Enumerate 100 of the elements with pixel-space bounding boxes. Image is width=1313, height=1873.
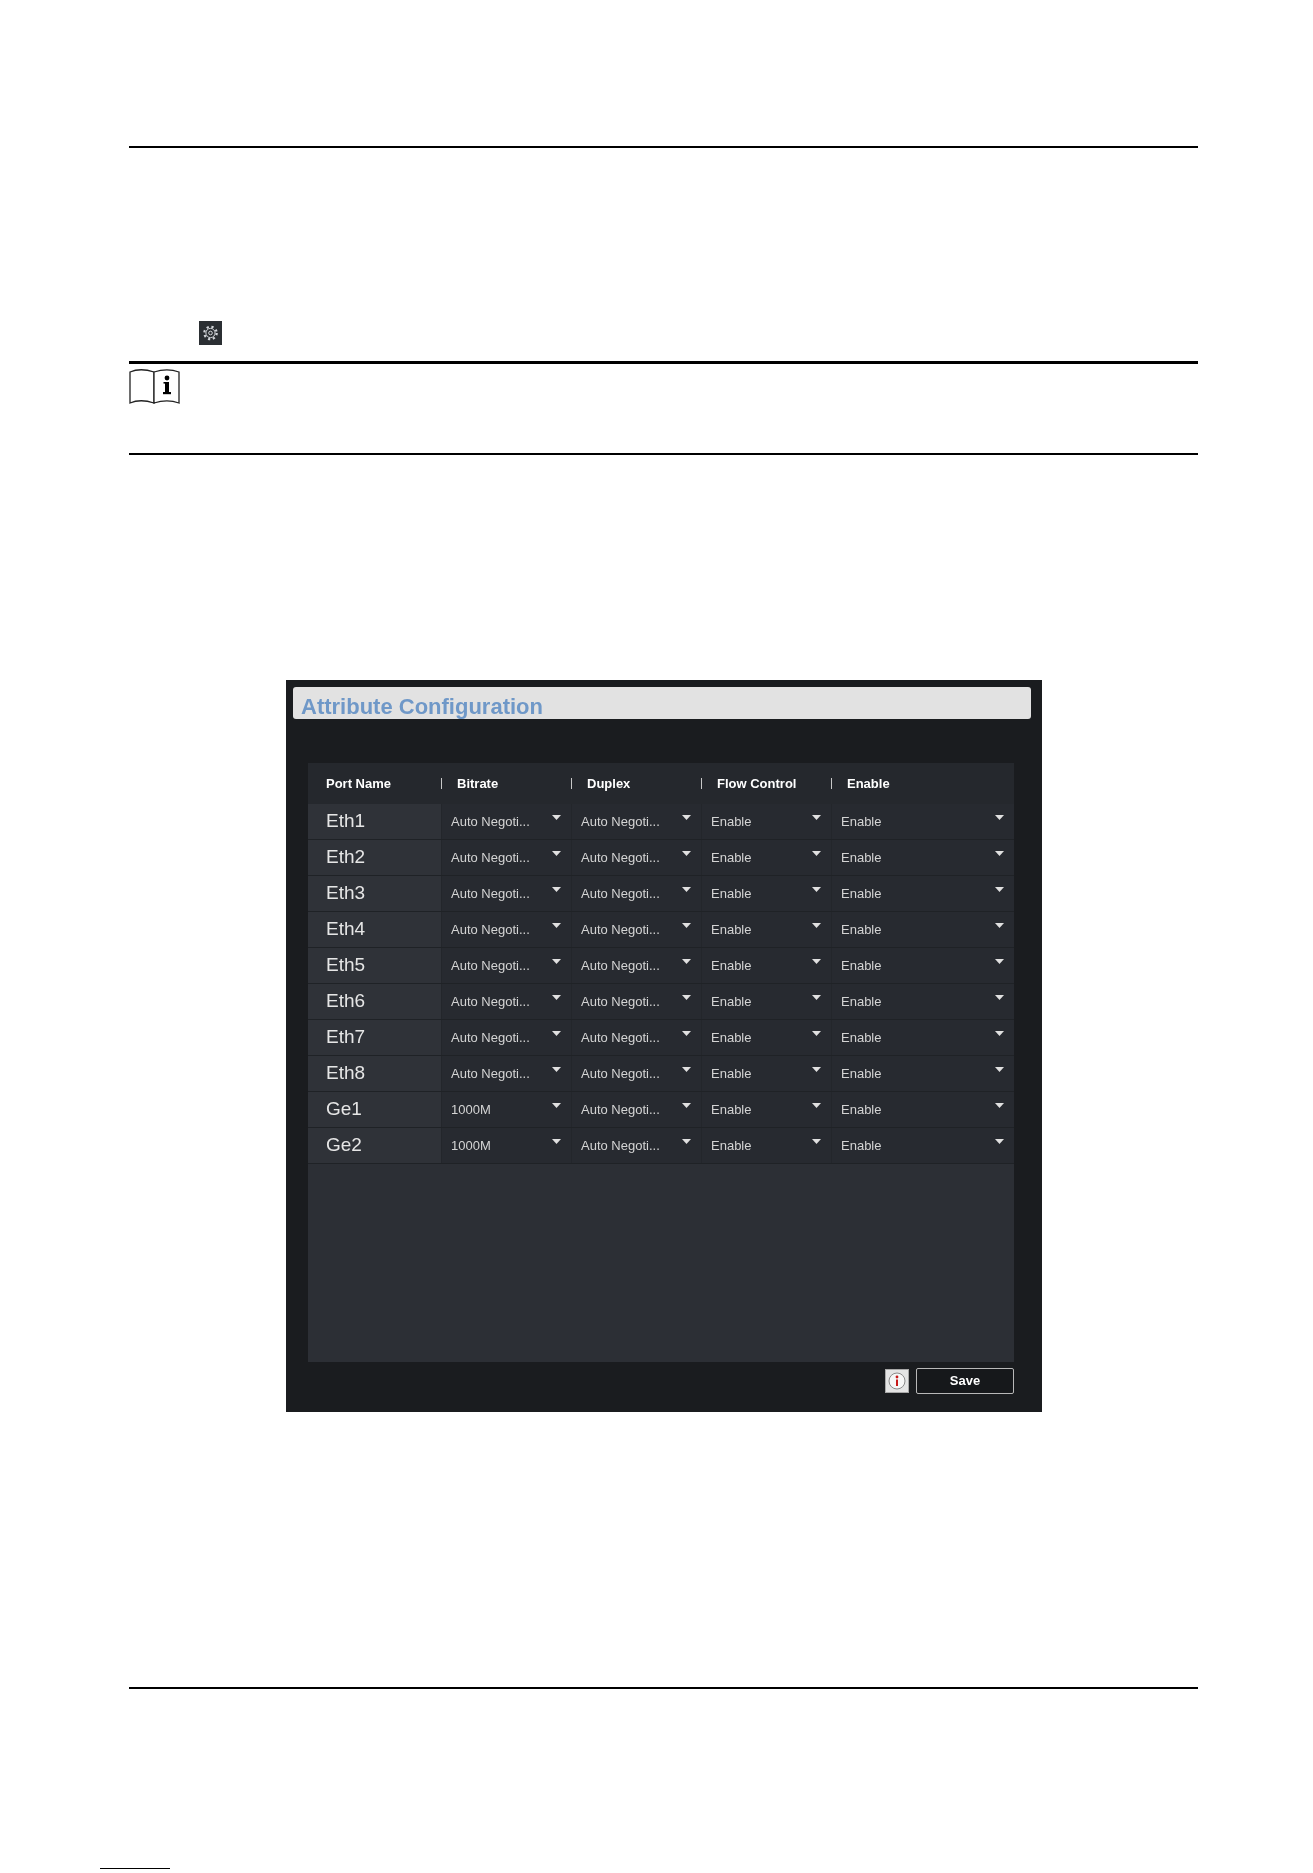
caret-icon	[682, 1103, 691, 1108]
table-cell: Eth4	[308, 912, 441, 947]
column-header: Duplex	[587, 774, 631, 793]
dropdown[interactable]: Enable	[701, 948, 831, 983]
caret-icon	[812, 1067, 821, 1072]
caret-icon	[682, 1139, 691, 1144]
caret-icon	[552, 1031, 561, 1036]
dropdown[interactable]: Enable	[701, 1092, 831, 1127]
dropdown[interactable]: Auto Negoti...	[441, 840, 571, 875]
dropdown[interactable]: Auto Negoti...	[571, 1020, 701, 1055]
caret-icon	[552, 1103, 561, 1108]
table-cell: Eth3	[308, 876, 441, 911]
dropdown[interactable]: Auto Negoti...	[571, 912, 701, 947]
dropdown[interactable]: Enable	[701, 1020, 831, 1055]
caret-icon	[995, 851, 1004, 856]
caret-icon	[995, 1031, 1004, 1036]
dropdown[interactable]: Enable	[701, 1128, 831, 1163]
caret-icon	[812, 959, 821, 964]
caret-icon	[995, 887, 1004, 892]
dropdown[interactable]: Auto Negoti...	[571, 1128, 701, 1163]
dropdown[interactable]: Auto Negoti...	[441, 1056, 571, 1091]
caret-icon	[552, 851, 561, 856]
caret-icon	[812, 1031, 821, 1036]
save-button[interactable]: Save	[916, 1368, 1014, 1394]
caret-icon	[682, 923, 691, 928]
dropdown[interactable]: Auto Negoti...	[571, 1092, 701, 1127]
dropdown[interactable]: Enable	[701, 1056, 831, 1091]
table-cell: Eth7	[308, 1020, 441, 1055]
caret-icon	[812, 887, 821, 892]
caret-icon	[995, 995, 1004, 1000]
table-cell: Ge2	[308, 1128, 441, 1163]
dropdown[interactable]: Auto Negoti...	[441, 804, 571, 839]
caret-icon	[812, 923, 821, 928]
dropdown[interactable]: Auto Negoti...	[441, 948, 571, 983]
dropdown[interactable]: Enable	[831, 840, 1014, 875]
dropdown[interactable]: Enable	[831, 1128, 1014, 1163]
caret-icon	[812, 1103, 821, 1108]
column-header: Enable	[847, 774, 890, 793]
dropdown[interactable]: Auto Negoti...	[571, 1056, 701, 1091]
info-book-icon	[129, 368, 180, 405]
caret-icon	[682, 887, 691, 892]
panel-title: Attribute Configuration	[301, 694, 543, 719]
dropdown[interactable]: Enable	[701, 876, 831, 911]
caret-icon	[995, 923, 1004, 928]
caret-icon	[682, 1031, 691, 1036]
caret-icon	[552, 815, 561, 820]
caret-icon	[812, 995, 821, 1000]
caret-icon	[995, 815, 1004, 820]
dropdown[interactable]: Auto Negoti...	[571, 804, 701, 839]
dropdown[interactable]: Enable	[701, 804, 831, 839]
caret-icon	[995, 1103, 1004, 1108]
caret-icon	[552, 959, 561, 964]
table-cell: Eth8	[308, 1056, 441, 1091]
dropdown[interactable]: Enable	[831, 1092, 1014, 1127]
caret-icon	[682, 1067, 691, 1072]
table-cell: Eth6	[308, 984, 441, 1019]
dropdown[interactable]: Enable	[831, 948, 1014, 983]
info-icon[interactable]	[885, 1369, 909, 1393]
dropdown[interactable]: Auto Negoti...	[441, 876, 571, 911]
dropdown[interactable]: Auto Negoti...	[441, 984, 571, 1019]
caret-icon	[682, 851, 691, 856]
caret-icon	[995, 959, 1004, 964]
caret-icon	[812, 851, 821, 856]
column-header: Bitrate	[457, 774, 499, 793]
dropdown[interactable]: Auto Negoti...	[571, 948, 701, 983]
caret-icon	[552, 1067, 561, 1072]
dropdown[interactable]: Enable	[831, 912, 1014, 947]
table-cell: Eth1	[308, 804, 441, 839]
caret-icon	[682, 815, 691, 820]
caret-icon	[682, 995, 691, 1000]
caret-icon	[812, 815, 821, 820]
caret-icon	[552, 995, 561, 1000]
dropdown[interactable]: Auto Negoti...	[441, 1020, 571, 1055]
column-header: Flow Control	[717, 774, 797, 793]
table-cell: Eth5	[308, 948, 441, 983]
caret-icon	[552, 1139, 561, 1144]
dropdown[interactable]: Enable	[831, 1020, 1014, 1055]
dropdown[interactable]: Auto Negoti...	[441, 912, 571, 947]
gear-icon	[199, 321, 222, 345]
dropdown[interactable]: Enable	[831, 984, 1014, 1019]
table-cell: Eth2	[308, 840, 441, 875]
dropdown[interactable]: 1000M	[441, 1092, 571, 1127]
caret-icon	[682, 959, 691, 964]
dropdown[interactable]: Enable	[701, 912, 831, 947]
caret-icon	[812, 1139, 821, 1144]
caret-icon	[995, 1067, 1004, 1072]
dropdown[interactable]: Enable	[831, 1056, 1014, 1091]
table-cell: Ge1	[308, 1092, 441, 1127]
dropdown[interactable]: 1000M	[441, 1128, 571, 1163]
caret-icon	[552, 923, 561, 928]
dropdown[interactable]: Enable	[701, 840, 831, 875]
caret-icon	[552, 887, 561, 892]
caret-icon	[995, 1139, 1004, 1144]
dropdown[interactable]: Auto Negoti...	[571, 984, 701, 1019]
dropdown[interactable]: Enable	[701, 984, 831, 1019]
dropdown[interactable]: Auto Negoti...	[571, 876, 701, 911]
dropdown[interactable]: Enable	[831, 876, 1014, 911]
dropdown[interactable]: Enable	[831, 804, 1014, 839]
dropdown[interactable]: Auto Negoti...	[571, 840, 701, 875]
column-header: Port Name	[326, 774, 392, 793]
